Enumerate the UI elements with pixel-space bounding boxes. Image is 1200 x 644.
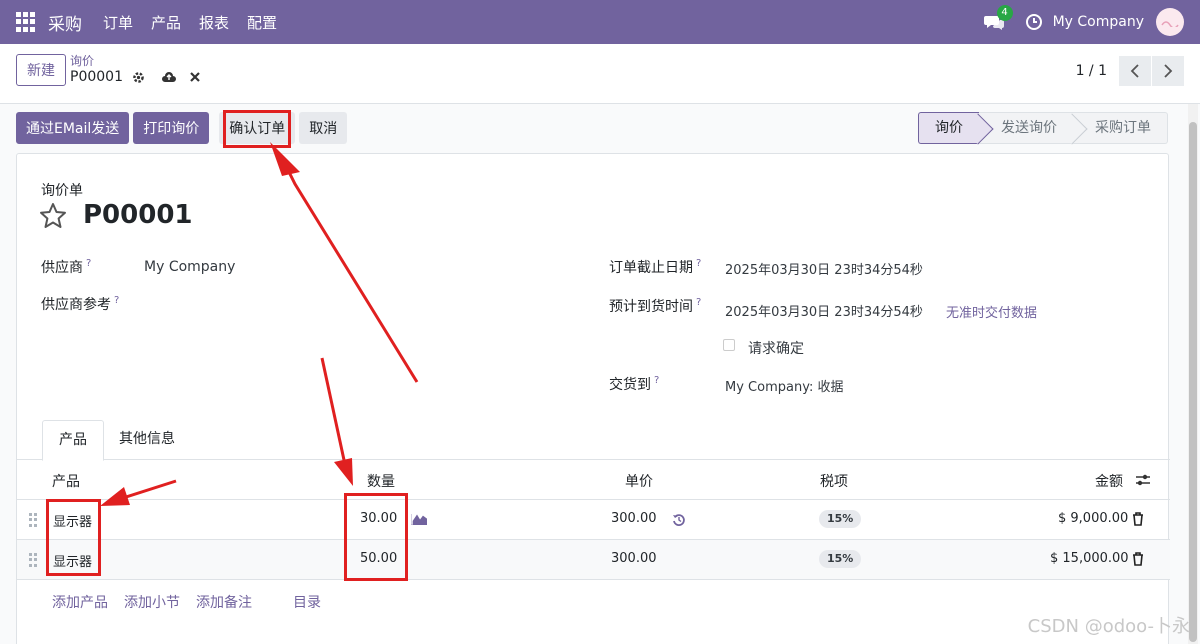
add-section-link[interactable]: 添加小节 bbox=[124, 592, 180, 612]
activity-clock-icon[interactable] bbox=[1025, 13, 1043, 31]
chat-icon[interactable]: 4 bbox=[983, 5, 1013, 33]
watermark: CSDN @odoo-卜永 bbox=[1027, 616, 1190, 637]
annotation-box-product bbox=[46, 499, 101, 576]
status-bar: 询价 发送询价 采购订单 bbox=[918, 112, 1168, 144]
request-confirmation-checkbox[interactable] bbox=[723, 339, 735, 351]
app-brand[interactable]: 采购 bbox=[48, 10, 82, 35]
cancel-button[interactable]: 取消 bbox=[299, 112, 348, 144]
row-amount: $ 15,000.00 bbox=[1050, 551, 1129, 566]
deliver-to-label: 交货到? bbox=[609, 375, 660, 393]
drag-handle-icon[interactable] bbox=[29, 553, 39, 567]
column-settings-icon[interactable] bbox=[1135, 473, 1151, 491]
trash-icon[interactable] bbox=[1132, 512, 1144, 530]
status-step-rfq[interactable]: 询价 bbox=[918, 112, 979, 144]
apps-grid-icon[interactable] bbox=[16, 12, 36, 32]
chat-count-badge: 4 bbox=[996, 5, 1013, 21]
form-sheet: 询价单 P00001 供应商? My Company 供应商参考? 订单截止日期… bbox=[16, 153, 1170, 644]
document-type-label: 询价单 bbox=[41, 183, 83, 199]
table-row[interactable]: 显示器 50.00 300.00 15% $ 15,000.00 bbox=[17, 540, 1170, 580]
pager-next-button[interactable] bbox=[1152, 56, 1184, 86]
trash-icon[interactable] bbox=[1132, 552, 1144, 570]
tax-badge[interactable]: 15% bbox=[819, 510, 862, 528]
main-menu: 订单 产品 报表 配置 bbox=[94, 12, 286, 33]
order-lines-header: 产品 数量 单价 税项 金额 bbox=[17, 460, 1170, 500]
star-icon[interactable] bbox=[39, 202, 67, 230]
menu-config[interactable]: 配置 bbox=[247, 12, 277, 33]
expected-arrival-field[interactable]: 2025年03月30日 23时34分54秒 bbox=[725, 301, 923, 320]
annotation-box-quantity bbox=[344, 493, 408, 581]
order-deadline-field[interactable]: 2025年03月30日 23时34分54秒 bbox=[725, 259, 923, 278]
page-scrollbar[interactable] bbox=[1188, 104, 1198, 644]
new-button[interactable]: 新建 bbox=[16, 54, 66, 86]
price-history-icon[interactable] bbox=[672, 513, 686, 531]
breadcrumb: 询价 P00001 bbox=[70, 54, 203, 86]
tax-badge[interactable]: 15% bbox=[819, 550, 862, 568]
top-navbar: 采购 订单 产品 报表 配置 4 My Company bbox=[0, 0, 1200, 44]
col-unit-price[interactable]: 单价 bbox=[625, 471, 653, 491]
menu-products[interactable]: 产品 bbox=[151, 12, 181, 33]
annotation-box-confirm bbox=[223, 110, 291, 148]
on-time-delivery-link[interactable]: 无准时交付数据 bbox=[946, 302, 1037, 321]
chevron-left-icon bbox=[1130, 64, 1139, 78]
cloud-save-icon[interactable] bbox=[161, 69, 177, 85]
print-rfq-button[interactable]: 打印询价 bbox=[133, 112, 210, 144]
forecast-chart-icon[interactable] bbox=[410, 513, 428, 529]
breadcrumb-current: P00001 bbox=[70, 69, 123, 85]
form-action-bar: 通过EMail发送 打印询价 确认订单 取消 bbox=[16, 112, 351, 144]
menu-orders[interactable]: 订单 bbox=[103, 12, 133, 33]
order-deadline-label: 订单截止日期? bbox=[609, 258, 702, 276]
col-taxes[interactable]: 税项 bbox=[820, 471, 848, 491]
col-amount[interactable]: 金额 bbox=[1095, 471, 1123, 491]
col-product[interactable]: 产品 bbox=[52, 471, 80, 491]
vendor-label: 供应商? bbox=[41, 258, 92, 276]
company-switcher[interactable]: My Company bbox=[1053, 14, 1144, 30]
pager-value[interactable]: 1 / 1 bbox=[1076, 63, 1107, 79]
deliver-to-field[interactable]: My Company: 收据 bbox=[725, 376, 843, 395]
row-amount: $ 9,000.00 bbox=[1058, 511, 1129, 526]
pager: 1 / 1 bbox=[1076, 56, 1184, 86]
expected-arrival-label: 预计到货时间? bbox=[609, 297, 702, 315]
request-confirmation-label: 请求确定 bbox=[748, 341, 804, 357]
catalog-link[interactable]: 目录 bbox=[293, 592, 321, 612]
scrollbar-thumb[interactable] bbox=[1189, 122, 1197, 642]
systray: 4 My Company bbox=[983, 0, 1200, 44]
send-email-button[interactable]: 通过EMail发送 bbox=[16, 112, 130, 144]
tab-products[interactable]: 产品 bbox=[42, 420, 104, 461]
menu-reports[interactable]: 报表 bbox=[199, 12, 229, 33]
control-panel: 新建 询价 P00001 1 / 1 bbox=[0, 44, 1200, 104]
chevron-right-icon bbox=[1164, 64, 1173, 78]
pager-previous-button[interactable] bbox=[1119, 56, 1151, 86]
discard-close-icon[interactable] bbox=[187, 69, 203, 85]
table-row[interactable]: 显示器 30.00 300.00 15% $ 9,000.00 bbox=[17, 500, 1170, 540]
user-avatar[interactable] bbox=[1156, 8, 1184, 36]
breadcrumb-parent[interactable]: 询价 bbox=[70, 54, 203, 68]
notebook-tabs: 产品 其他信息 bbox=[17, 420, 1170, 461]
row-unit-price[interactable]: 300.00 bbox=[611, 551, 657, 566]
col-quantity[interactable]: 数量 bbox=[367, 471, 395, 491]
add-note-link[interactable]: 添加备注 bbox=[196, 592, 252, 612]
vendor-field[interactable]: My Company bbox=[144, 259, 235, 275]
vendor-reference-label: 供应商参考? bbox=[41, 295, 120, 313]
tab-other-info[interactable]: 其他信息 bbox=[103, 420, 191, 460]
gear-icon[interactable] bbox=[131, 69, 147, 85]
row-unit-price[interactable]: 300.00 bbox=[611, 511, 657, 526]
drag-handle-icon[interactable] bbox=[29, 513, 39, 527]
document-name: P00001 bbox=[83, 200, 193, 230]
add-product-link[interactable]: 添加产品 bbox=[52, 592, 108, 612]
